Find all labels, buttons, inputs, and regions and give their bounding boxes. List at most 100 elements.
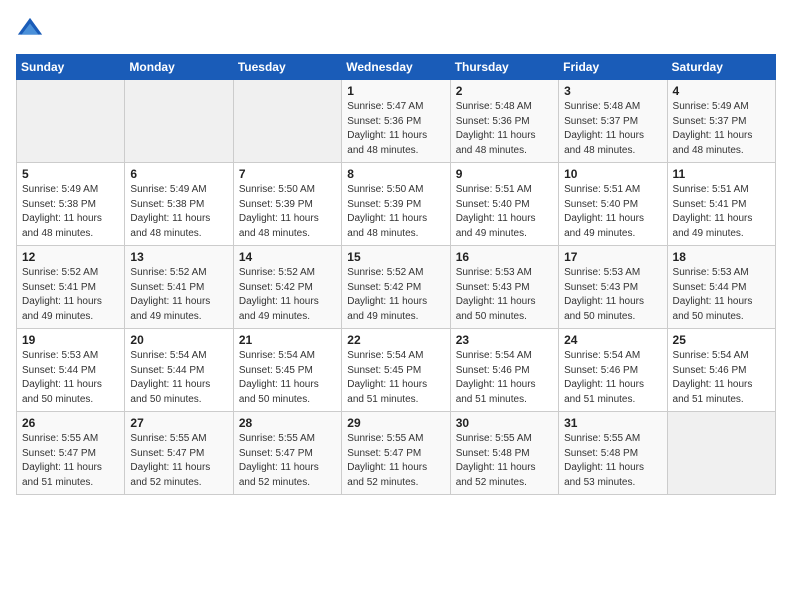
- day-detail: Sunrise: 5:52 AM Sunset: 5:42 PM Dayligh…: [239, 266, 336, 324]
- calendar-cell: 31 Sunrise: 5:55 AM Sunset: 5:48 PM Dayli…: [559, 412, 667, 495]
- day-number: 21: [239, 333, 336, 347]
- day-detail: Sunrise: 5:49 AM Sunset: 5:38 PM Dayligh…: [22, 183, 119, 241]
- column-header-thursday: Thursday: [450, 55, 558, 80]
- day-detail: Sunrise: 5:53 AM Sunset: 5:43 PM Dayligh…: [456, 266, 553, 324]
- day-detail: Sunrise: 5:55 AM Sunset: 5:47 PM Dayligh…: [22, 432, 119, 490]
- calendar-cell: 28 Sunrise: 5:55 AM Sunset: 5:47 PM Dayli…: [233, 412, 341, 495]
- calendar-cell: 7 Sunrise: 5:50 AM Sunset: 5:39 PM Daylig…: [233, 163, 341, 246]
- page-header: [16, 16, 776, 44]
- calendar-cell: 27 Sunrise: 5:55 AM Sunset: 5:47 PM Dayli…: [125, 412, 233, 495]
- calendar-cell: [233, 80, 341, 163]
- calendar-week-row: 5 Sunrise: 5:49 AM Sunset: 5:38 PM Daylig…: [17, 163, 776, 246]
- calendar-week-row: 1 Sunrise: 5:47 AM Sunset: 5:36 PM Daylig…: [17, 80, 776, 163]
- day-detail: Sunrise: 5:54 AM Sunset: 5:46 PM Dayligh…: [673, 349, 770, 407]
- day-number: 27: [130, 416, 227, 430]
- day-detail: Sunrise: 5:52 AM Sunset: 5:41 PM Dayligh…: [22, 266, 119, 324]
- day-number: 23: [456, 333, 553, 347]
- calendar-cell: 10 Sunrise: 5:51 AM Sunset: 5:40 PM Dayli…: [559, 163, 667, 246]
- calendar-cell: 15Sunrise: 5:52 AM Sunset: 5:42 PM Dayli…: [342, 246, 450, 329]
- calendar-cell: 9Sunrise: 5:51 AM Sunset: 5:40 PM Daylig…: [450, 163, 558, 246]
- day-number: 5: [22, 167, 119, 181]
- day-number: 31: [564, 416, 661, 430]
- day-number: 6: [130, 167, 227, 181]
- day-number: 1: [347, 84, 444, 98]
- day-number: 17: [564, 250, 661, 264]
- day-number: 25: [673, 333, 770, 347]
- day-detail: Sunrise: 5:54 AM Sunset: 5:45 PM Dayligh…: [239, 349, 336, 407]
- calendar-cell: 3 Sunrise: 5:48 AM Sunset: 5:37 PM Daylig…: [559, 80, 667, 163]
- column-header-wednesday: Wednesday: [342, 55, 450, 80]
- calendar-week-row: 26Sunrise: 5:55 AM Sunset: 5:47 PM Dayli…: [17, 412, 776, 495]
- day-detail: Sunrise: 5:51 AM Sunset: 5:40 PM Dayligh…: [564, 183, 661, 241]
- day-detail: Sunrise: 5:47 AM Sunset: 5:36 PM Dayligh…: [347, 100, 444, 158]
- calendar-cell: [17, 80, 125, 163]
- day-detail: Sunrise: 5:53 AM Sunset: 5:44 PM Dayligh…: [22, 349, 119, 407]
- calendar-cell: 17 Sunrise: 5:53 AM Sunset: 5:43 PM Dayli…: [559, 246, 667, 329]
- day-number: 13: [130, 250, 227, 264]
- calendar-week-row: 12 Sunrise: 5:52 AM Sunset: 5:41 PM Dayli…: [17, 246, 776, 329]
- day-detail: Sunrise: 5:54 AM Sunset: 5:44 PM Dayligh…: [130, 349, 227, 407]
- column-header-monday: Monday: [125, 55, 233, 80]
- calendar-cell: 2Sunrise: 5:48 AM Sunset: 5:36 PM Daylig…: [450, 80, 558, 163]
- calendar-cell: 30 Sunrise: 5:55 AM Sunset: 5:48 PM Dayli…: [450, 412, 558, 495]
- day-number: 7: [239, 167, 336, 181]
- calendar-cell: 12 Sunrise: 5:52 AM Sunset: 5:41 PM Dayli…: [17, 246, 125, 329]
- calendar-cell: 25 Sunrise: 5:54 AM Sunset: 5:46 PM Dayli…: [667, 329, 775, 412]
- day-number: 2: [456, 84, 553, 98]
- calendar-cell: 5 Sunrise: 5:49 AM Sunset: 5:38 PM Daylig…: [17, 163, 125, 246]
- day-number: 28: [239, 416, 336, 430]
- calendar-cell: 13Sunrise: 5:52 AM Sunset: 5:41 PM Dayli…: [125, 246, 233, 329]
- day-number: 18: [673, 250, 770, 264]
- day-number: 3: [564, 84, 661, 98]
- calendar-cell: 23Sunrise: 5:54 AM Sunset: 5:46 PM Dayli…: [450, 329, 558, 412]
- day-detail: Sunrise: 5:49 AM Sunset: 5:38 PM Dayligh…: [130, 183, 227, 241]
- column-header-sunday: Sunday: [17, 55, 125, 80]
- day-detail: Sunrise: 5:48 AM Sunset: 5:37 PM Dayligh…: [564, 100, 661, 158]
- calendar-cell: 1 Sunrise: 5:47 AM Sunset: 5:36 PM Daylig…: [342, 80, 450, 163]
- calendar-cell: 16 Sunrise: 5:53 AM Sunset: 5:43 PM Dayli…: [450, 246, 558, 329]
- calendar-cell: 26Sunrise: 5:55 AM Sunset: 5:47 PM Dayli…: [17, 412, 125, 495]
- day-detail: Sunrise: 5:54 AM Sunset: 5:46 PM Dayligh…: [564, 349, 661, 407]
- calendar-cell: 18 Sunrise: 5:53 AM Sunset: 5:44 PM Dayli…: [667, 246, 775, 329]
- day-detail: Sunrise: 5:55 AM Sunset: 5:47 PM Dayligh…: [239, 432, 336, 490]
- day-number: 10: [564, 167, 661, 181]
- logo-icon: [16, 16, 44, 44]
- day-detail: Sunrise: 5:54 AM Sunset: 5:45 PM Dayligh…: [347, 349, 444, 407]
- day-detail: Sunrise: 5:50 AM Sunset: 5:39 PM Dayligh…: [239, 183, 336, 241]
- day-number: 30: [456, 416, 553, 430]
- column-header-friday: Friday: [559, 55, 667, 80]
- day-detail: Sunrise: 5:51 AM Sunset: 5:40 PM Dayligh…: [456, 183, 553, 241]
- calendar-cell: [125, 80, 233, 163]
- calendar-cell: 19 Sunrise: 5:53 AM Sunset: 5:44 PM Dayli…: [17, 329, 125, 412]
- day-number: 16: [456, 250, 553, 264]
- day-number: 8: [347, 167, 444, 181]
- logo: [16, 16, 48, 44]
- calendar-cell: [667, 412, 775, 495]
- day-detail: Sunrise: 5:49 AM Sunset: 5:37 PM Dayligh…: [673, 100, 770, 158]
- day-detail: Sunrise: 5:55 AM Sunset: 5:47 PM Dayligh…: [130, 432, 227, 490]
- day-number: 11: [673, 167, 770, 181]
- day-detail: Sunrise: 5:55 AM Sunset: 5:47 PM Dayligh…: [347, 432, 444, 490]
- calendar-cell: 29 Sunrise: 5:55 AM Sunset: 5:47 PM Dayli…: [342, 412, 450, 495]
- day-number: 29: [347, 416, 444, 430]
- day-number: 20: [130, 333, 227, 347]
- calendar-cell: 24 Sunrise: 5:54 AM Sunset: 5:46 PM Dayli…: [559, 329, 667, 412]
- day-detail: Sunrise: 5:55 AM Sunset: 5:48 PM Dayligh…: [564, 432, 661, 490]
- day-number: 4: [673, 84, 770, 98]
- day-detail: Sunrise: 5:51 AM Sunset: 5:41 PM Dayligh…: [673, 183, 770, 241]
- column-header-saturday: Saturday: [667, 55, 775, 80]
- day-detail: Sunrise: 5:55 AM Sunset: 5:48 PM Dayligh…: [456, 432, 553, 490]
- day-number: 15: [347, 250, 444, 264]
- calendar-cell: 6 Sunrise: 5:49 AM Sunset: 5:38 PM Daylig…: [125, 163, 233, 246]
- calendar-cell: 14Sunrise: 5:52 AM Sunset: 5:42 PM Dayli…: [233, 246, 341, 329]
- day-number: 19: [22, 333, 119, 347]
- day-detail: Sunrise: 5:53 AM Sunset: 5:44 PM Dayligh…: [673, 266, 770, 324]
- day-number: 24: [564, 333, 661, 347]
- day-detail: Sunrise: 5:53 AM Sunset: 5:43 PM Dayligh…: [564, 266, 661, 324]
- calendar-cell: 4 Sunrise: 5:49 AM Sunset: 5:37 PM Daylig…: [667, 80, 775, 163]
- day-number: 22: [347, 333, 444, 347]
- calendar-cell: 20 Sunrise: 5:54 AM Sunset: 5:44 PM Dayli…: [125, 329, 233, 412]
- day-number: 12: [22, 250, 119, 264]
- calendar-cell: 8Sunrise: 5:50 AM Sunset: 5:39 PM Daylig…: [342, 163, 450, 246]
- calendar-cell: 11 Sunrise: 5:51 AM Sunset: 5:41 PM Dayli…: [667, 163, 775, 246]
